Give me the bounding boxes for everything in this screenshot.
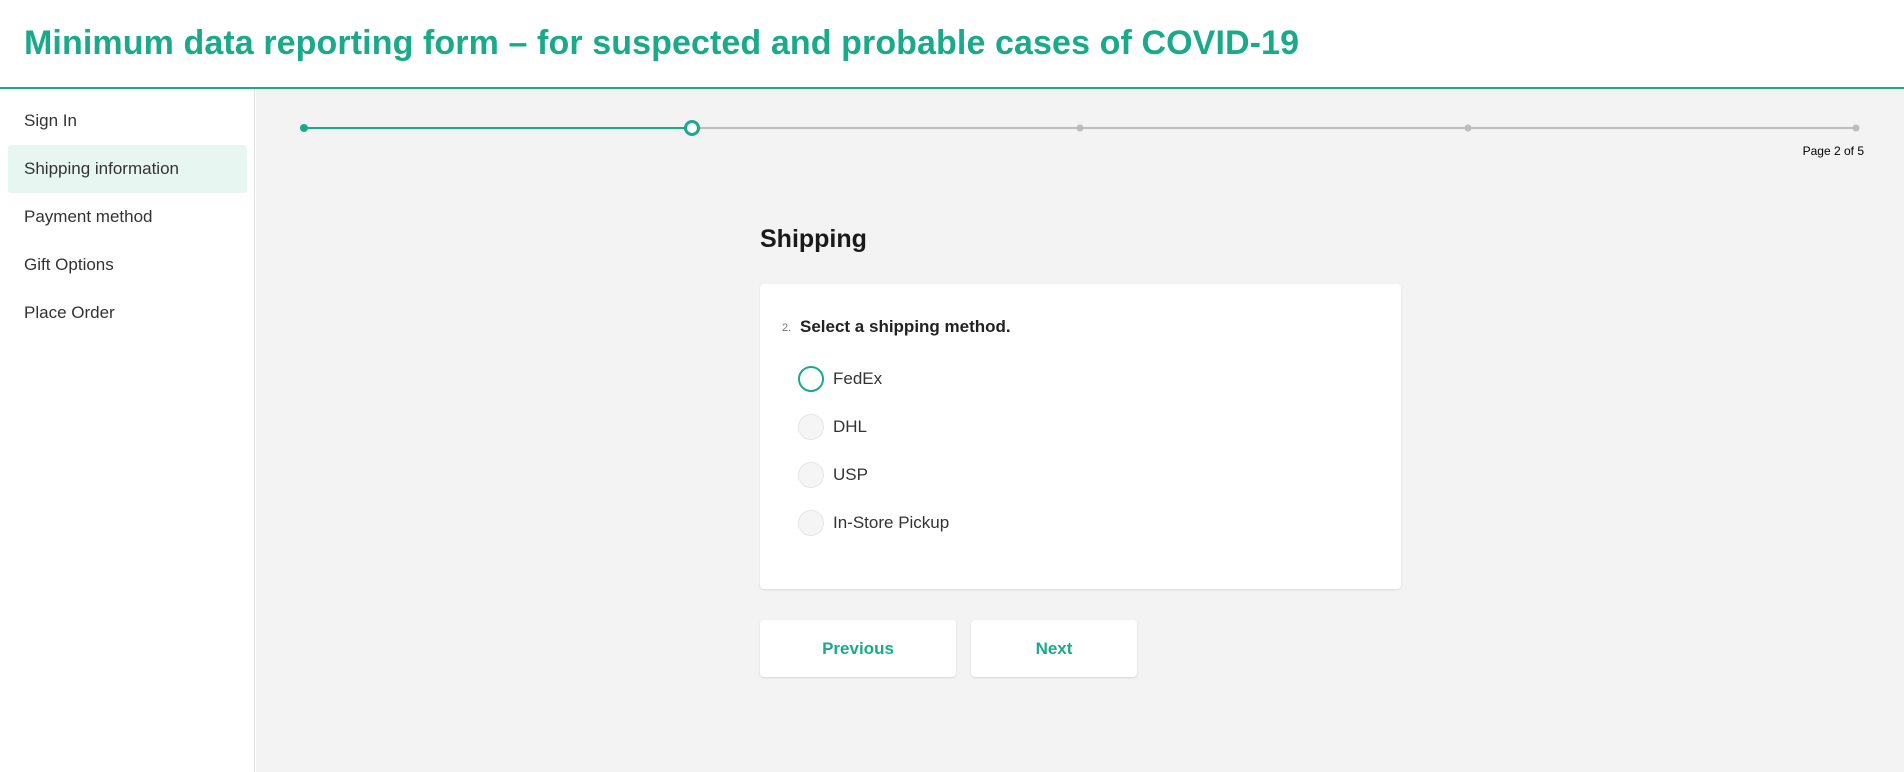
radio-option-usp[interactable]: USP [798, 460, 1098, 492]
main-content: Page 2 of 5 Shipping 2. Select a shippin… [256, 89, 1904, 772]
form-title: Minimum data reporting form – for suspec… [24, 24, 1300, 62]
progress-step-4 [1464, 124, 1472, 132]
sidebar-item-shipping-information[interactable]: Shipping information [8, 145, 247, 193]
sidebar-item-gift-options[interactable]: Gift Options [8, 241, 247, 289]
header: Minimum data reporting form – for suspec… [0, 0, 1904, 89]
radio-option-fedex[interactable]: FedEx [798, 364, 1098, 396]
question-text: Select a shipping method. [800, 317, 1011, 336]
next-button[interactable]: Next [971, 620, 1137, 677]
radio-option-label: USP [833, 465, 868, 484]
radio-option-label: FedEx [833, 369, 883, 388]
progress-bar [300, 120, 1860, 136]
radio-option-label: In-Store Pickup [833, 513, 950, 532]
radio-button[interactable] [798, 414, 824, 440]
radio-option-dhl[interactable]: DHL [798, 412, 1098, 444]
progress-step-5 [1852, 124, 1860, 132]
sidebar-nav: Sign In Shipping information Payment met… [0, 89, 255, 772]
radio-option-label: DHL [833, 417, 868, 436]
question-number: 2. [782, 322, 792, 334]
radio-button[interactable] [798, 462, 824, 488]
page-indicator: Page 2 of 5 [1802, 144, 1864, 158]
previous-button[interactable]: Previous [760, 620, 956, 677]
progress-step-1 [300, 124, 308, 132]
page-title: Shipping [760, 225, 867, 253]
sidebar-item-place-order[interactable]: Place Order [8, 289, 247, 337]
radio-button[interactable] [798, 366, 824, 392]
sidebar-item-sign-in[interactable]: Sign In [8, 97, 247, 145]
sidebar-item-payment-method[interactable]: Payment method [8, 193, 247, 241]
progress-step-2-current [684, 120, 700, 136]
radio-button[interactable] [798, 510, 824, 536]
question-card: 2. Select a shipping method. FedEx DHL U… [760, 284, 1401, 589]
progress-step-3 [1076, 124, 1084, 132]
radio-option-in-store-pickup[interactable]: In-Store Pickup [798, 508, 1098, 540]
